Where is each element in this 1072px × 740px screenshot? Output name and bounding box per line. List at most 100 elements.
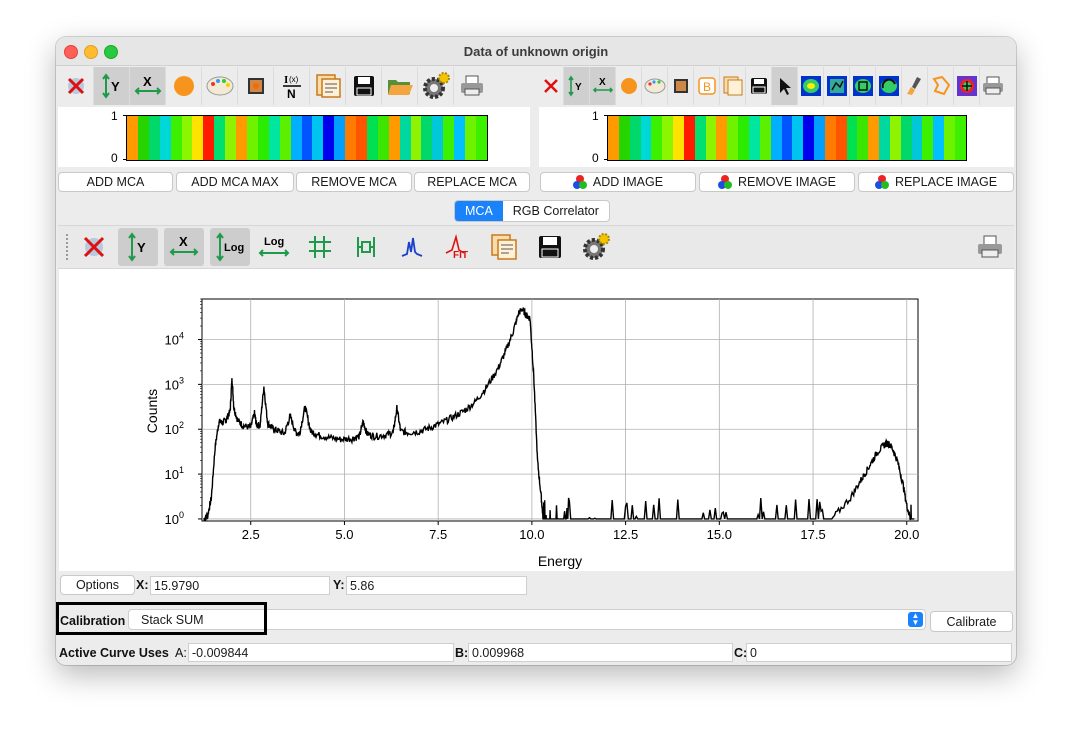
add-image-label: ADD IMAGE [592, 175, 664, 189]
x-tick-label: 7.5 [429, 527, 447, 542]
image-icon[interactable] [668, 67, 694, 105]
colormap-2-icon[interactable] [824, 67, 850, 105]
rgb-icon [572, 175, 587, 189]
orange-circle-icon[interactable] [616, 67, 642, 105]
select-arrows-icon: ▲ ▼ [908, 612, 923, 627]
b-coefficient-field[interactable]: 0.009968 [468, 643, 733, 662]
colormap-4-icon[interactable] [876, 67, 902, 105]
y-autoscale-icon[interactable]: Y [564, 67, 590, 105]
reset-zoom-icon[interactable] [58, 67, 94, 105]
fit-icon[interactable]: FIT [438, 228, 478, 266]
peak-search-icon[interactable] [392, 228, 432, 266]
add-mca-button[interactable]: ADD MCA [58, 172, 173, 192]
plot-frame [201, 298, 919, 522]
pointer-icon[interactable] [772, 67, 798, 105]
remove-image-button[interactable]: REMOVE IMAGE [699, 172, 855, 192]
add-image-button[interactable]: ADD IMAGE [540, 172, 696, 192]
palette-icon[interactable] [642, 67, 668, 105]
reset-zoom-icon[interactable] [74, 228, 114, 266]
svg-text:Y: Y [575, 82, 582, 93]
x-log-icon[interactable]: Log [254, 228, 294, 266]
polygon-icon[interactable] [928, 67, 954, 105]
a-coefficient-field[interactable]: -0.009844 [188, 643, 454, 662]
add-mca-max-button[interactable]: ADD MCA MAX [176, 172, 294, 192]
clipboard-icon[interactable] [484, 228, 524, 266]
tab-mca[interactable]: MCA [455, 201, 503, 221]
y-readout-field[interactable]: 5.86 [346, 576, 527, 595]
y-autoscale-icon[interactable]: Y [118, 228, 158, 266]
reset-zoom-icon[interactable] [538, 67, 564, 105]
remove-mca-button[interactable]: REMOVE MCA [296, 172, 412, 192]
colormap-icon[interactable] [798, 67, 824, 105]
tab-rgb-correlator[interactable]: RGB Correlator [503, 201, 609, 221]
normalize-icon[interactable]: I (x) N [274, 67, 310, 105]
mca-strip-plot: 1 0 [58, 107, 530, 167]
svg-text:X: X [599, 77, 606, 88]
svg-text:Log: Log [264, 236, 284, 248]
y-tick-label: 103 [165, 375, 184, 392]
target-icon[interactable] [954, 67, 980, 105]
x-readout-field[interactable]: 15.9790 [150, 576, 330, 595]
x-tick-label: 12.5 [613, 527, 638, 542]
clipboard-icon[interactable] [310, 67, 346, 105]
gear-icon[interactable] [418, 67, 454, 105]
x-autoscale-icon[interactable]: X [164, 228, 204, 266]
image-stack-toolbar: Y X B [538, 66, 1016, 106]
save-icon[interactable] [346, 67, 382, 105]
mca-color-strip[interactable] [126, 115, 488, 161]
svg-text:Y: Y [137, 240, 146, 255]
x-autoscale-icon[interactable]: X [130, 67, 166, 105]
printer-icon[interactable] [970, 228, 1010, 266]
rgb-icon [718, 175, 733, 189]
active-curve-label: Active Curve Uses [59, 646, 169, 660]
clipboard-icon[interactable] [720, 67, 746, 105]
title-bar: Data of unknown origin [56, 37, 1016, 66]
mca-plot-area: 2.5 5.0 7.5 10.0 12.5 15.0 17.5 20.0 100 101 102 10… [59, 269, 1014, 571]
x-tick-label: 20.0 [894, 527, 919, 542]
svg-text:Y: Y [111, 79, 120, 94]
c-coefficient-field[interactable]: 0 [746, 643, 1012, 662]
svg-text:(x): (x) [289, 75, 299, 84]
strip-ytick-min: 0 [111, 151, 118, 165]
replace-image-button[interactable]: REPLACE IMAGE [858, 172, 1014, 192]
open-folder-icon[interactable] [382, 67, 418, 105]
gear-icon[interactable] [576, 228, 616, 266]
svg-text:FIT: FIT [453, 250, 468, 261]
brush-icon[interactable] [902, 67, 928, 105]
replace-mca-button[interactable]: REPLACE MCA [414, 172, 530, 192]
y-axis-label: Counts [144, 389, 160, 433]
x-tick-label: 10.0 [519, 527, 544, 542]
save-icon[interactable] [530, 228, 570, 266]
svg-text:X: X [179, 234, 188, 249]
x-readout-label: X: [136, 578, 149, 592]
mca-chart[interactable]: 2.5 5.0 7.5 10.0 12.5 15.0 17.5 20.0 100 101 102 10… [59, 269, 1014, 571]
curve-style-icon[interactable] [346, 228, 386, 266]
palette-icon[interactable] [202, 67, 238, 105]
x-autoscale-icon[interactable]: X [590, 67, 616, 105]
calibrate-button[interactable]: Calibrate [930, 611, 1013, 632]
printer-icon[interactable] [454, 67, 490, 105]
x-tick-label: 15.0 [707, 527, 732, 542]
save-icon[interactable] [746, 67, 772, 105]
x-axis-label: Energy [538, 553, 582, 569]
x-tick-label: 17.5 [800, 527, 825, 542]
y-readout-label: Y: [333, 578, 345, 592]
window-title: Data of unknown origin [463, 44, 609, 59]
x-tick-label: 5.0 [335, 527, 353, 542]
y-tick-label: 104 [165, 331, 184, 348]
b-icon[interactable]: B [694, 67, 720, 105]
svg-text:I: I [284, 74, 288, 86]
image-icon[interactable] [238, 67, 274, 105]
view-tabs: MCA RGB Correlator [454, 200, 610, 222]
plot-toolbar: Y X Log Log FIT [58, 225, 1014, 269]
orange-circle-icon[interactable] [166, 67, 202, 105]
y-autoscale-icon[interactable]: Y [94, 67, 130, 105]
grid-icon[interactable] [300, 228, 340, 266]
printer-icon[interactable] [980, 67, 1006, 105]
y-log-icon[interactable]: Log [210, 228, 250, 266]
y-tick-label: 101 [165, 465, 184, 482]
colormap-3-icon[interactable] [850, 67, 876, 105]
options-button[interactable]: Options [60, 575, 135, 595]
image-color-strip[interactable] [607, 115, 967, 161]
y-tick-label: 100 [165, 510, 184, 527]
